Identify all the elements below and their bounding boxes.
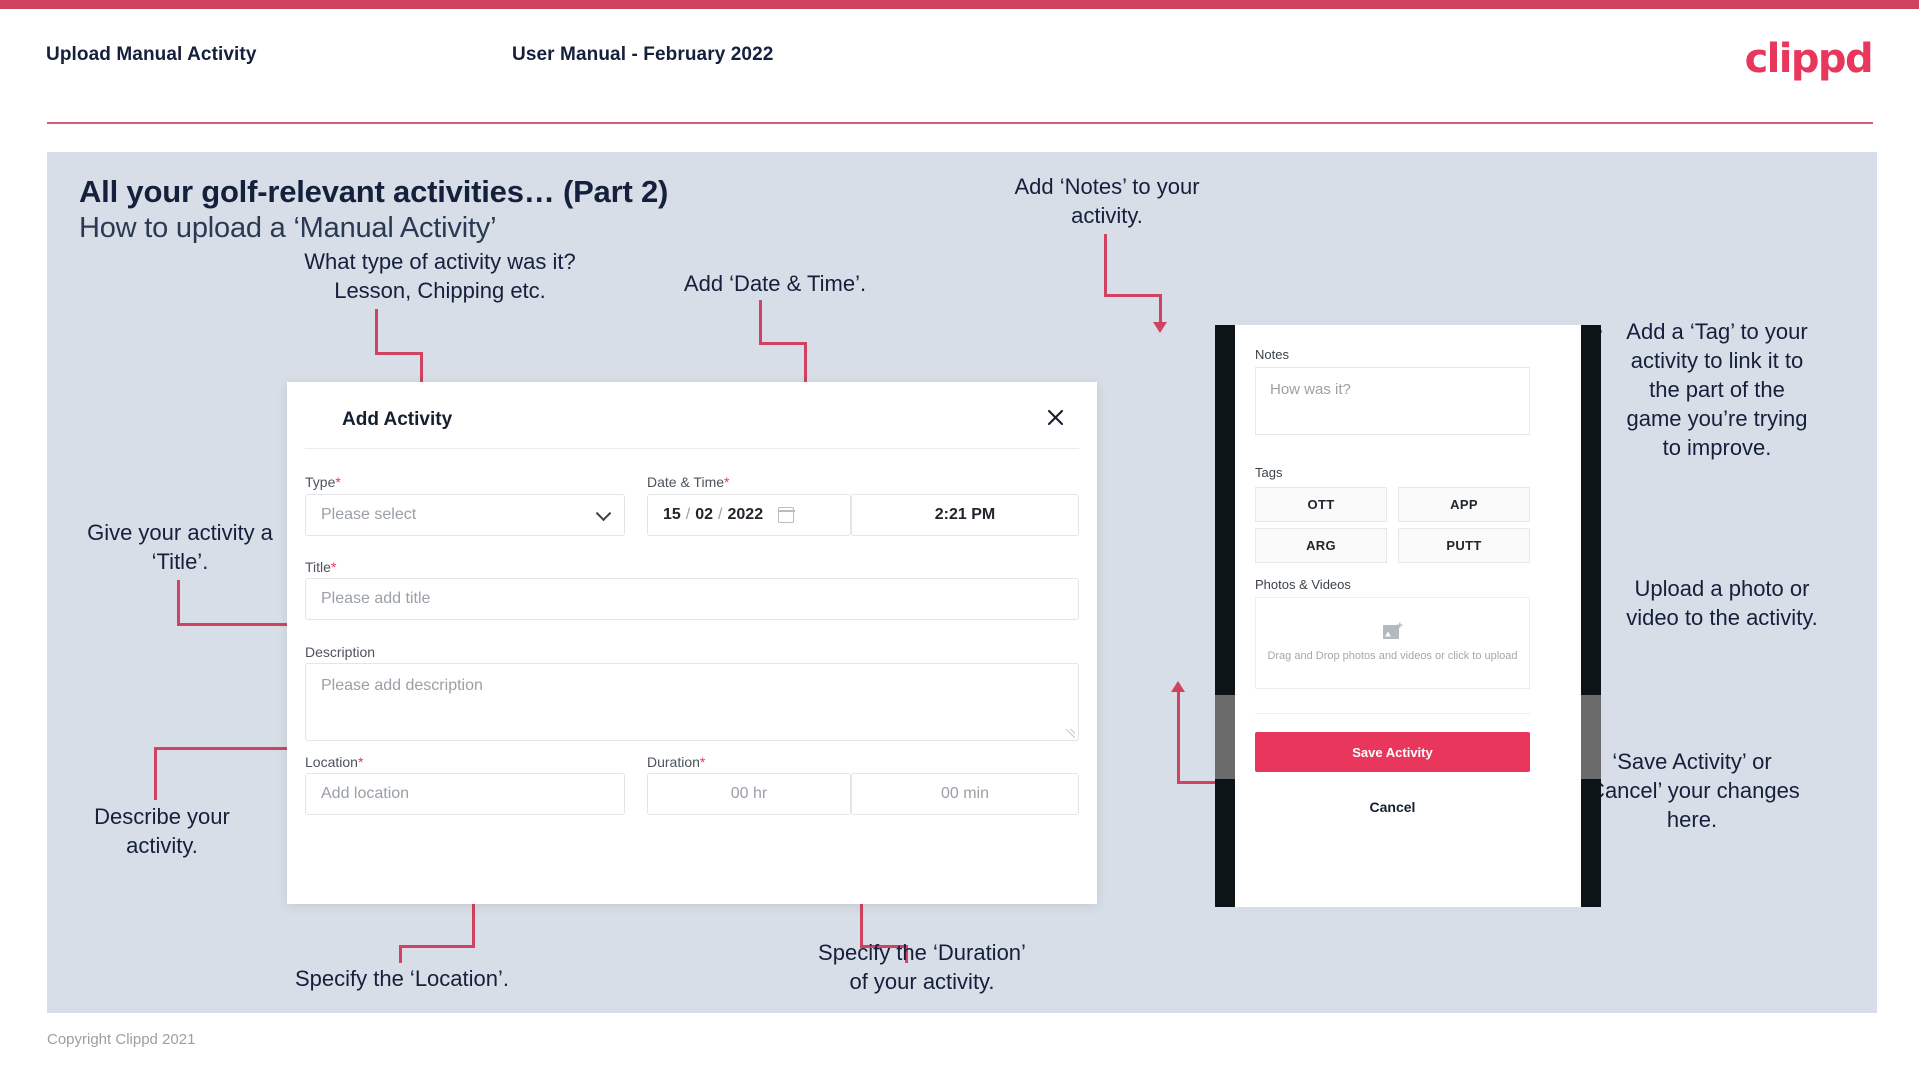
chevron-down-icon (595, 505, 612, 522)
phone-frame-right (1581, 325, 1601, 907)
leader-type-v1 (375, 309, 378, 354)
title-label-text: Title (305, 559, 331, 575)
resize-grip-icon[interactable] (1066, 729, 1075, 738)
phone-frame-right-accent (1581, 695, 1601, 779)
annotation-duration: Specify the ‘Duration’ of your activity. (818, 940, 1026, 994)
top-accent-bar (0, 0, 1919, 9)
type-select[interactable]: Please select (305, 494, 625, 536)
date-input[interactable]: 15 / 02 / 2022 (647, 494, 851, 536)
leader-dt-h (759, 342, 807, 345)
footer-copyright: Copyright Clippd 2021 (47, 1031, 196, 1048)
type-label-text: Type (305, 474, 336, 490)
leader-dt-v1 (759, 300, 762, 344)
type-select-value: Please select (321, 506, 417, 523)
location-placeholder: Add location (321, 785, 410, 802)
leader-notes-v1 (1104, 234, 1107, 296)
annotation-description: Describe your activity. (94, 804, 230, 858)
location-input[interactable]: Add location (305, 773, 625, 815)
description-textarea[interactable]: Please add description (305, 663, 1079, 741)
leader-title-h (177, 623, 302, 626)
cancel-button[interactable]: Cancel (1255, 793, 1530, 821)
duration-minutes-input[interactable]: 00 min (851, 773, 1079, 815)
annotation-tags: Add a ‘Tag’ to your activity to link it … (1626, 319, 1808, 460)
leader-desc-v (154, 747, 157, 800)
datetime-label: Date & Time* (647, 474, 729, 490)
duration-hours-input[interactable]: 00 hr (647, 773, 851, 815)
notes-placeholder: How was it? (1270, 381, 1351, 398)
arrowhead-save (1171, 681, 1185, 692)
required-marker: * (335, 474, 341, 490)
required-marker-3: * (330, 559, 337, 575)
phone-frame-left-accent (1215, 695, 1235, 779)
tags-label: Tags (1255, 465, 1283, 480)
phone-screen: Notes How was it? Tags OTT APP ARG PUTT … (1235, 325, 1581, 907)
phone-mockup: Notes How was it? Tags OTT APP ARG PUTT … (1215, 325, 1601, 907)
slide-page: Upload Manual Activity User Manual - Feb… (0, 0, 1919, 1079)
description-placeholder: Please add description (321, 677, 483, 694)
leader-save-v (1177, 692, 1180, 784)
tag-button-putt[interactable]: PUTT (1398, 528, 1530, 563)
page-title: Upload Manual Activity (46, 44, 257, 65)
arrowhead-notes (1153, 322, 1167, 333)
date-day: 15 (663, 506, 681, 523)
annotation-title: Give your activity a ‘Title’. (87, 520, 273, 574)
duration-label: Duration* (647, 754, 705, 770)
dialog-title: Add Activity (342, 409, 453, 430)
date-sep-1: / (685, 506, 691, 523)
date-year: 2022 (727, 506, 764, 523)
annotation-location: Specify the ‘Location’. (294, 966, 510, 991)
title-label: Title* (305, 559, 336, 575)
date-sep-2: / (718, 506, 723, 523)
required-marker-2: * (724, 474, 730, 490)
title-input[interactable]: Please add title (305, 578, 1079, 620)
location-label: Location* (305, 754, 363, 770)
required-marker-4: * (357, 754, 364, 770)
datetime-label-text: Date & Time (647, 474, 725, 490)
annotation-datetime: Add ‘Date & Time’. (683, 271, 867, 296)
image-add-icon: + (1383, 620, 1403, 640)
notes-label: Notes (1255, 347, 1289, 362)
leader-loc-v2 (399, 945, 402, 963)
leader-loc-h (399, 945, 475, 948)
description-label: Description (305, 644, 376, 660)
time-input[interactable]: 2:21 PM (851, 494, 1079, 536)
duration-minutes-placeholder: 00 min (940, 785, 990, 802)
dropzone-text: Drag and Drop photos and videos or click… (1267, 649, 1518, 662)
annotation-type: What type of activity was it? Lesson, Ch… (304, 249, 576, 303)
tag-button-arg[interactable]: ARG (1255, 528, 1387, 563)
duration-label-text: Duration (647, 754, 700, 770)
phone-frame-left (1215, 325, 1235, 907)
photos-label: Photos & Videos (1255, 577, 1351, 592)
leader-notes-h (1104, 294, 1162, 297)
date-month: 02 (695, 506, 714, 523)
notes-textarea[interactable]: How was it? (1255, 367, 1530, 435)
phone-divider (1255, 713, 1530, 714)
title-input-placeholder: Please add title (321, 590, 431, 607)
add-activity-dialog: Add Activity Type* Please select Date & … (287, 382, 1097, 904)
save-activity-button[interactable]: Save Activity (1255, 732, 1530, 772)
required-marker-5: * (699, 754, 706, 770)
leader-title-v (177, 580, 180, 625)
photo-dropzone[interactable]: + Drag and Drop photos and videos or cli… (1255, 597, 1530, 689)
leader-notes-v2 (1159, 294, 1162, 324)
slide-subtitle: How to upload a ‘Manual Activity’ (79, 212, 497, 244)
tag-button-ott[interactable]: OTT (1255, 487, 1387, 522)
time-value: 2:21 PM (934, 506, 996, 523)
calendar-icon[interactable] (777, 507, 795, 523)
tag-button-app[interactable]: APP (1398, 487, 1530, 522)
location-label-text: Location (305, 754, 358, 770)
annotation-photos: Upload a photo or video to the activity. (1626, 576, 1818, 630)
annotation-notes: Add ‘Notes’ to your activity. (1014, 174, 1200, 228)
page-subtitle: User Manual - February 2022 (512, 44, 774, 65)
leader-type-h (375, 352, 423, 355)
slide-title: All your golf-relevant activities… (Part… (79, 174, 669, 209)
leader-desc-h (154, 747, 302, 750)
header-divider (47, 122, 1873, 124)
close-icon[interactable] (1038, 400, 1072, 434)
dialog-divider (305, 448, 1079, 449)
clippd-logo: clippd (1744, 36, 1874, 82)
leader-loc-v (472, 900, 475, 947)
duration-hours-placeholder: 00 hr (730, 785, 768, 802)
type-label: Type* (305, 474, 341, 490)
